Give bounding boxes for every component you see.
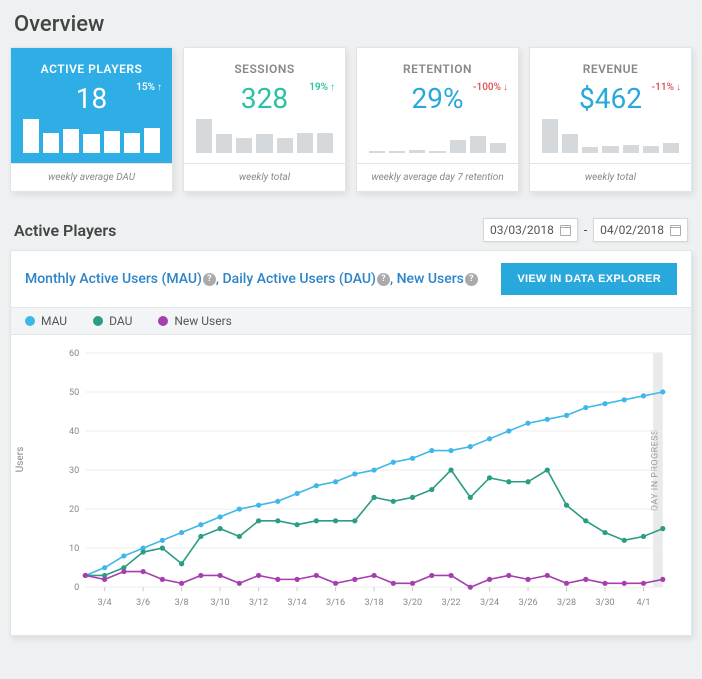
card-retention[interactable]: RETENTION-100%29%weekly average day 7 re…	[356, 47, 519, 192]
chart-link[interactable]: Monthly Active Users (MAU)	[25, 271, 202, 287]
card-sparkline	[357, 121, 518, 161]
date-from[interactable]: 03/03/2018	[483, 218, 578, 242]
svg-text:3/28: 3/28	[557, 598, 576, 608]
chart-legend: MAU DAU New Users	[11, 307, 691, 335]
card-footer: weekly average day 7 retention	[357, 163, 518, 191]
card-delta: 15%	[136, 82, 162, 93]
help-icon[interactable]: ?	[465, 273, 478, 286]
chart-ylabel: Users	[15, 447, 26, 473]
svg-text:20: 20	[69, 505, 79, 515]
trend-up-icon	[157, 82, 162, 93]
card-delta: -100%	[473, 82, 508, 93]
card-delta: 19%	[309, 82, 335, 93]
date-from-value: 03/03/2018	[490, 223, 554, 237]
card-title: SESSIONS	[192, 62, 337, 76]
page-title: Overview	[14, 12, 692, 37]
trend-down-icon	[676, 82, 681, 93]
svg-text:3/30: 3/30	[595, 598, 614, 608]
series-MAU	[83, 389, 666, 578]
overview-cards: ACTIVE PLAYERS15%18weekly average DAUSES…	[10, 47, 692, 192]
legend-dot-icon	[93, 316, 103, 326]
series-New Users	[83, 569, 666, 590]
legend-label: MAU	[41, 314, 67, 328]
series-DAU	[83, 467, 666, 578]
svg-text:3/12: 3/12	[249, 598, 268, 608]
date-to-value: 04/02/2018	[600, 223, 664, 237]
legend-item[interactable]: New Users	[158, 314, 232, 328]
help-icon[interactable]: ?	[203, 273, 216, 286]
svg-text:3/8: 3/8	[175, 598, 189, 608]
svg-text:0: 0	[74, 583, 79, 593]
trend-up-icon	[330, 82, 335, 93]
chart-link[interactable]: New Users	[397, 271, 464, 287]
svg-text:4/1: 4/1	[636, 598, 650, 608]
svg-text:3/26: 3/26	[518, 598, 537, 608]
card-title: ACTIVE PLAYERS	[19, 62, 164, 76]
date-range: 03/03/2018 - 04/02/2018	[483, 218, 688, 242]
legend-label: DAU	[109, 314, 132, 328]
date-sep: -	[584, 223, 587, 237]
card-revenue[interactable]: REVENUE-11%$462weekly total	[529, 47, 692, 192]
card-sparkline	[11, 121, 172, 161]
card-active-players[interactable]: ACTIVE PLAYERS15%18weekly average DAU	[10, 47, 173, 192]
legend-item[interactable]: DAU	[93, 314, 132, 328]
svg-text:3/24: 3/24	[480, 598, 499, 608]
help-icon[interactable]: ?	[377, 273, 390, 286]
svg-text:50: 50	[69, 388, 79, 398]
card-footer: weekly total	[184, 163, 345, 191]
svg-text:3/10: 3/10	[211, 598, 230, 608]
calendar-icon	[560, 225, 571, 236]
svg-text:3/16: 3/16	[326, 598, 345, 608]
card-title: REVENUE	[538, 62, 683, 76]
svg-text:30: 30	[69, 466, 79, 476]
card-footer: weekly total	[530, 163, 691, 191]
svg-text:3/4: 3/4	[98, 598, 112, 608]
card-footer: weekly average DAU	[11, 163, 172, 191]
svg-text:3/22: 3/22	[441, 598, 460, 608]
line-chart: DAY IN PROGRESS01020304050603/43/63/83/1…	[55, 343, 683, 611]
card-sparkline	[184, 121, 345, 161]
legend-dot-icon	[25, 316, 35, 326]
trend-down-icon	[503, 82, 508, 93]
card-title: RETENTION	[365, 62, 510, 76]
legend-label: New Users	[174, 314, 232, 328]
chart-area: Users DAY IN PROGRESS01020304050603/43/6…	[11, 335, 691, 635]
svg-text:3/20: 3/20	[403, 598, 422, 608]
svg-text:10: 10	[69, 544, 79, 554]
svg-text:60: 60	[69, 349, 79, 359]
card-sessions[interactable]: SESSIONS19%328weekly total	[183, 47, 346, 192]
date-to[interactable]: 04/02/2018	[593, 218, 688, 242]
legend-dot-icon	[158, 316, 168, 326]
svg-text:3/14: 3/14	[288, 598, 307, 608]
active-players-chart-panel: Monthly Active Users (MAU)?, Daily Activ…	[10, 250, 692, 636]
view-in-data-explorer-button[interactable]: VIEW IN DATA EXPLORER	[501, 263, 677, 295]
svg-text:3/18: 3/18	[365, 598, 384, 608]
section-title: Active Players	[14, 221, 116, 240]
card-sparkline	[530, 121, 691, 161]
calendar-icon	[670, 225, 681, 236]
card-delta: -11%	[652, 82, 681, 93]
legend-item[interactable]: MAU	[25, 314, 67, 328]
chart-link[interactable]: Daily Active Users (DAU)	[223, 271, 376, 287]
chart-metric-links: Monthly Active Users (MAU)?, Daily Activ…	[25, 271, 478, 287]
svg-text:3/6: 3/6	[136, 598, 150, 608]
svg-text:40: 40	[69, 427, 79, 437]
